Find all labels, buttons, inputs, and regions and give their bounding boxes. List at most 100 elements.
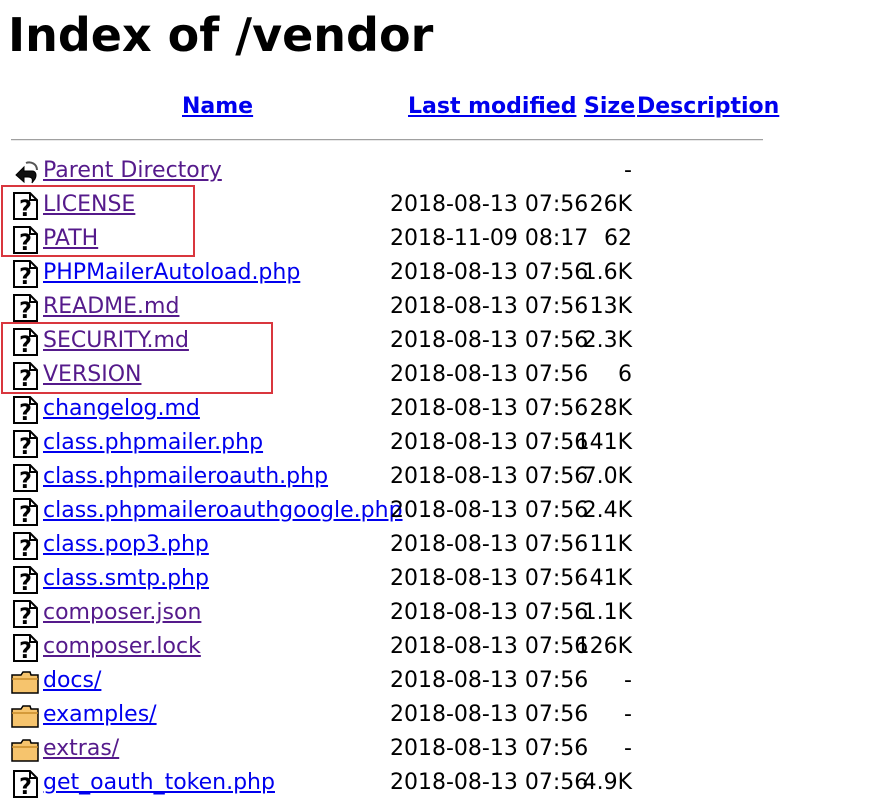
file-row: ? class.pop3.php 2018-08-13 07:56 11K xyxy=(0,529,890,563)
file-link[interactable]: extras/ xyxy=(43,734,119,764)
size-cell: 4.9K xyxy=(582,770,632,795)
svg-text:?: ? xyxy=(19,401,32,424)
size-cell: 13K xyxy=(589,294,632,319)
last-modified-cell: 2018-08-13 07:56 xyxy=(390,600,589,625)
size-cell: - xyxy=(624,702,632,727)
last-modified-cell: 2018-08-13 07:56 xyxy=(390,396,589,421)
unknown-file-icon: ? xyxy=(10,770,40,800)
file-link[interactable]: changelog.md xyxy=(43,394,200,424)
last-modified-cell: 2018-08-13 07:56 xyxy=(390,328,589,353)
last-modified-cell: 2018-08-13 07:56 xyxy=(390,736,589,761)
file-link[interactable]: README.md xyxy=(43,292,179,322)
svg-text:?: ? xyxy=(19,435,32,458)
svg-text:?: ? xyxy=(19,299,32,322)
file-row: ? composer.json 2018-08-13 07:56 1.1K xyxy=(0,597,890,631)
file-row: Parent Directory - xyxy=(0,155,890,189)
size-cell: 2.3K xyxy=(582,328,632,353)
last-modified-cell: 2018-08-13 07:56 xyxy=(390,362,589,387)
sort-by-size-link[interactable]: Size xyxy=(584,94,635,124)
folder-icon xyxy=(10,736,40,764)
folder-icon xyxy=(10,702,40,730)
size-cell: 141K xyxy=(575,430,632,455)
svg-text:?: ? xyxy=(19,469,32,492)
back-icon xyxy=(10,158,40,186)
file-row: ? class.phpmaileroauth.php 2018-08-13 07:5… xyxy=(0,461,890,495)
file-row: extras/2018-08-13 07:56 - xyxy=(0,733,890,767)
file-row: ? class.phpmailer.php 2018-08-13 07:56 141K xyxy=(0,427,890,461)
svg-text:?: ? xyxy=(19,503,32,526)
last-modified-cell: 2018-08-13 07:56 xyxy=(390,430,589,455)
last-modified-cell: 2018-08-13 07:56 xyxy=(390,464,589,489)
svg-text:?: ? xyxy=(19,537,32,560)
file-link[interactable]: PHPMailerAutoload.php xyxy=(43,258,300,288)
last-modified-cell: 2018-08-13 07:56 xyxy=(390,702,589,727)
unknown-file-icon: ? xyxy=(10,396,40,426)
parent-directory-link[interactable]: Parent Directory xyxy=(43,156,222,186)
folder-icon xyxy=(10,668,40,696)
file-link[interactable]: class.phpmaileroauth.php xyxy=(43,462,328,492)
size-cell: 2.4K xyxy=(582,498,632,523)
size-cell: - xyxy=(624,668,632,693)
last-modified-cell: 2018-08-13 07:56 xyxy=(390,668,589,693)
last-modified-cell: 2018-11-09 08:17 xyxy=(390,226,589,251)
sort-by-last-modified-link[interactable]: Last modified xyxy=(408,94,576,124)
last-modified-cell: 2018-08-13 07:56 xyxy=(390,260,589,285)
svg-text:?: ? xyxy=(19,265,32,288)
size-cell: - xyxy=(624,158,632,183)
file-link[interactable]: composer.lock xyxy=(43,632,201,662)
file-row: ? get_oauth_token.php 2018-08-13 07:56 4.9K xyxy=(0,767,890,801)
size-cell: 1.1K xyxy=(582,600,632,625)
file-link[interactable]: docs/ xyxy=(43,666,101,696)
header-divider xyxy=(11,139,763,141)
file-row: ? PHPMailerAutoload.php 2018-08-13 07:56 1.… xyxy=(0,257,890,291)
size-cell: - xyxy=(624,736,632,761)
sort-by-description-link[interactable]: Description xyxy=(637,94,779,124)
size-cell: 126K xyxy=(575,634,632,659)
page-title: Index of /vendor xyxy=(8,8,434,62)
file-row: ? composer.lock 2018-08-13 07:56 126K xyxy=(0,631,890,665)
file-link[interactable]: class.smtp.php xyxy=(43,564,209,594)
size-cell: 62 xyxy=(604,226,632,251)
file-row: ? class.phpmaileroauthgoogle.php 2018-08-1… xyxy=(0,495,890,529)
size-cell: 41K xyxy=(589,566,632,591)
sort-by-name-link[interactable]: Name xyxy=(182,94,253,124)
last-modified-cell: 2018-08-13 07:56 xyxy=(390,192,589,217)
file-link[interactable]: examples/ xyxy=(43,700,157,730)
highlight-box-security-version xyxy=(1,322,273,394)
file-link[interactable]: class.phpmaileroauthgoogle.php xyxy=(43,496,403,526)
file-row: ? changelog.md 2018-08-13 07:56 28K xyxy=(0,393,890,427)
size-cell: 1.6K xyxy=(582,260,632,285)
highlight-box-license-path xyxy=(1,185,195,257)
last-modified-cell: 2018-08-13 07:56 xyxy=(390,634,589,659)
last-modified-cell: 2018-08-13 07:56 xyxy=(390,294,589,319)
file-row: ? class.smtp.php 2018-08-13 07:56 41K xyxy=(0,563,890,597)
svg-text:?: ? xyxy=(19,605,32,628)
file-link[interactable]: get_oauth_token.php xyxy=(43,768,275,798)
size-cell: 28K xyxy=(589,396,632,421)
file-row: ? README.md 2018-08-13 07:56 13K xyxy=(0,291,890,325)
unknown-file-icon: ? xyxy=(10,430,40,460)
unknown-file-icon: ? xyxy=(10,464,40,494)
size-cell: 26K xyxy=(589,192,632,217)
svg-text:?: ? xyxy=(19,639,32,662)
size-cell: 11K xyxy=(589,532,632,557)
file-row: docs/2018-08-13 07:56 - xyxy=(0,665,890,699)
svg-text:?: ? xyxy=(19,775,32,798)
unknown-file-icon: ? xyxy=(10,260,40,290)
unknown-file-icon: ? xyxy=(10,498,40,528)
file-link[interactable]: composer.json xyxy=(43,598,201,628)
size-cell: 6 xyxy=(618,362,632,387)
last-modified-cell: 2018-08-13 07:56 xyxy=(390,566,589,591)
unknown-file-icon: ? xyxy=(10,566,40,596)
file-link[interactable]: class.pop3.php xyxy=(43,530,209,560)
last-modified-cell: 2018-08-13 07:56 xyxy=(390,532,589,557)
size-cell: 7.0K xyxy=(582,464,632,489)
file-link[interactable]: class.phpmailer.php xyxy=(43,428,263,458)
file-row: examples/2018-08-13 07:56 - xyxy=(0,699,890,733)
unknown-file-icon: ? xyxy=(10,600,40,630)
unknown-file-icon: ? xyxy=(10,532,40,562)
unknown-file-icon: ? xyxy=(10,294,40,324)
unknown-file-icon: ? xyxy=(10,634,40,664)
svg-text:?: ? xyxy=(19,571,32,594)
last-modified-cell: 2018-08-13 07:56 xyxy=(390,770,589,795)
